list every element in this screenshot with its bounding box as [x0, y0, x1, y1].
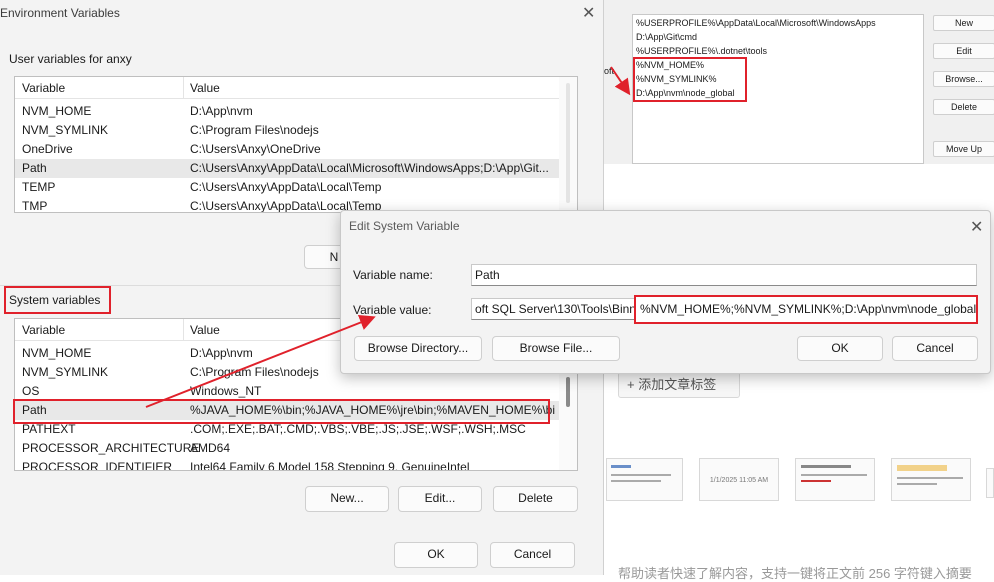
- arrow-to-path-list: [610, 66, 631, 96]
- annotation-arrows: [145, 66, 631, 408]
- arrow-to-edit-dialog: [145, 314, 376, 408]
